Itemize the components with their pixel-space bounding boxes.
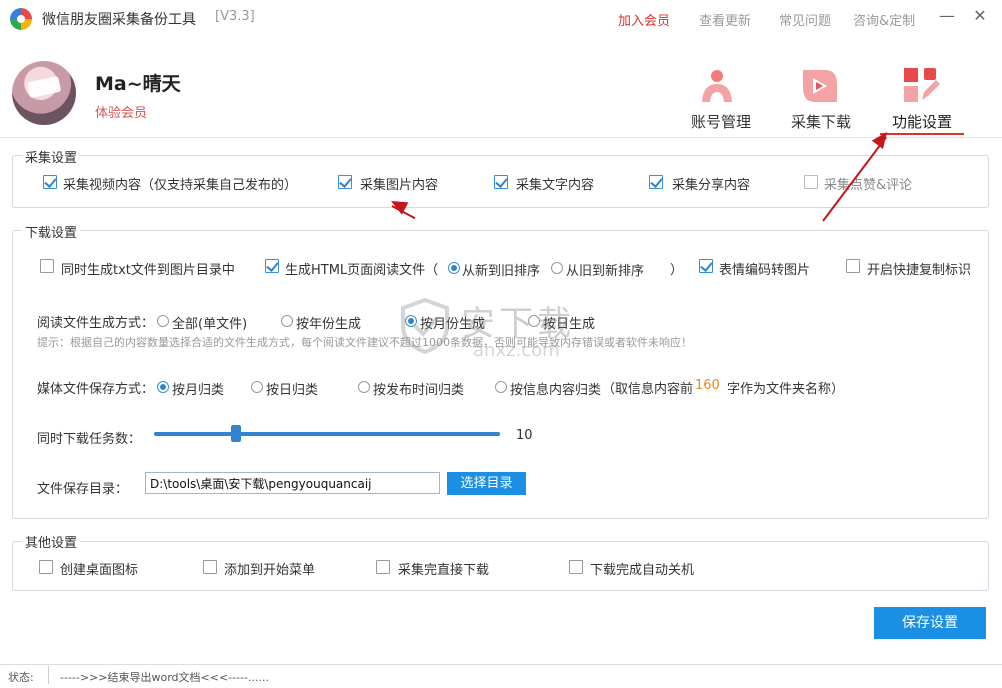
radio-media-day[interactable]: [251, 381, 263, 393]
dir-label: 文件保存目录：: [37, 482, 129, 497]
media-suffix-number[interactable]: 160: [695, 378, 720, 393]
collect-settings-legend: 采集设置: [22, 147, 81, 166]
html-option-paren-close: ）: [670, 263, 684, 278]
label-collect-likes: 采集点赞&评论: [824, 178, 913, 193]
checkbox-auto-shutdown[interactable]: [569, 560, 583, 574]
media-mode-label: 媒体文件保存方式：: [37, 382, 155, 397]
checkbox-collect-likes[interactable]: [804, 175, 818, 189]
nav-join-vip[interactable]: 加入会员: [618, 10, 670, 29]
label-media-content: 按信息内容归类: [510, 383, 602, 398]
radio-read-year[interactable]: [281, 315, 293, 327]
choose-dir-button[interactable]: 选择目录: [447, 472, 526, 495]
label-collect-share: 采集分享内容: [672, 178, 751, 193]
dir-path-input[interactable]: [145, 472, 440, 494]
checkbox-start-menu[interactable]: [203, 560, 217, 574]
tab-settings[interactable]: 功能设置: [877, 111, 967, 132]
username: Ma~晴天: [95, 73, 181, 95]
label-html-output: 生成HTML页面阅读文件（: [285, 263, 439, 278]
radio-media-publish-time[interactable]: [358, 381, 370, 393]
person-icon[interactable]: [697, 66, 737, 106]
other-settings-group: [12, 541, 989, 591]
label-emoji-to-image: 表情编码转图片: [719, 263, 811, 278]
member-level: 体验会员: [95, 106, 148, 121]
label-sort-old-new: 从旧到新排序: [566, 264, 645, 279]
status-divider: [48, 666, 49, 684]
app-logo-icon: [10, 8, 32, 30]
nav-check-update[interactable]: 查看更新: [699, 10, 751, 29]
app-version: [V3.3]: [215, 9, 255, 24]
label-read-all: 全部(单文件): [172, 317, 248, 332]
media-suffix-rest: 字作为文件夹名称）: [727, 382, 845, 397]
label-quick-copy: 开启快捷复制标识: [867, 263, 972, 278]
checkbox-auto-download[interactable]: [376, 560, 390, 574]
settings-pencil-icon[interactable]: [902, 66, 942, 106]
other-settings-legend: 其他设置: [22, 532, 81, 551]
watermark-sub: anxz.com: [473, 340, 560, 361]
read-mode-label: 阅读文件生成方式：: [37, 316, 155, 331]
status-label: 状态:: [8, 671, 34, 684]
checkbox-collect-images[interactable]: [338, 175, 352, 189]
app-title: 微信朋友圈采集备份工具: [42, 12, 196, 28]
radio-sort-new-old[interactable]: [448, 262, 460, 274]
radio-read-all[interactable]: [157, 315, 169, 327]
tasks-value: 10: [516, 428, 533, 443]
nav-consult[interactable]: 咨询&定制: [853, 10, 915, 29]
status-text: ----->>>结束导出word文档<<<-----......: [60, 671, 270, 684]
save-settings-button[interactable]: 保存设置: [874, 607, 986, 639]
download-settings-legend: 下载设置: [22, 222, 81, 241]
checkbox-txt-output[interactable]: [40, 259, 54, 273]
tasks-slider-thumb[interactable]: [231, 425, 241, 442]
label-collect-images: 采集图片内容: [360, 178, 439, 193]
label-collect-video: 采集视频内容（仅支持采集自己发布的）: [63, 178, 298, 193]
label-media-month: 按月归类: [172, 383, 225, 398]
watermark-shield-icon: [401, 297, 449, 355]
label-media-publish-time: 按发布时间归类: [373, 383, 465, 398]
label-auto-download: 采集完直接下载: [398, 563, 490, 578]
minimize-button[interactable]: —: [937, 6, 957, 25]
header-divider: [0, 137, 1002, 138]
label-txt-output: 同时生成txt文件到图片目录中: [61, 263, 235, 278]
radio-media-content[interactable]: [495, 381, 507, 393]
tasks-slider-track[interactable]: [154, 432, 500, 436]
avatar[interactable]: [12, 61, 76, 125]
tab-collect-download[interactable]: 采集下载: [776, 111, 866, 132]
checkbox-html-output[interactable]: [265, 259, 279, 273]
label-desktop-icon: 创建桌面图标: [60, 563, 139, 578]
checkbox-collect-video[interactable]: [43, 175, 57, 189]
label-auto-shutdown: 下载完成自动关机: [590, 563, 695, 578]
tasks-label: 同时下载任务数：: [37, 432, 142, 447]
label-read-year: 按年份生成: [296, 317, 362, 332]
media-suffix-prefix: （取信息内容前: [602, 382, 694, 397]
play-leaf-icon[interactable]: [799, 66, 839, 106]
radio-sort-old-new[interactable]: [551, 262, 563, 274]
read-mode-hint: 提示：根据自己的内容数量选择合适的文件生成方式，每个阅读文件建议不超过1000条…: [37, 336, 692, 349]
label-collect-text: 采集文字内容: [516, 178, 595, 193]
checkbox-desktop-icon[interactable]: [39, 560, 53, 574]
label-media-day: 按日归类: [266, 383, 319, 398]
tab-account[interactable]: 账号管理: [676, 111, 766, 132]
checkbox-quick-copy[interactable]: [846, 259, 860, 273]
active-tab-indicator: [880, 133, 964, 135]
checkbox-emoji-to-image[interactable]: [699, 259, 713, 273]
watermark-text: 安下载: [461, 304, 575, 344]
checkbox-collect-share[interactable]: [649, 175, 663, 189]
label-sort-new-old: 从新到旧排序: [462, 264, 541, 279]
checkbox-collect-text[interactable]: [494, 175, 508, 189]
nav-faq[interactable]: 常见问题: [779, 10, 831, 29]
radio-media-month[interactable]: [157, 381, 169, 393]
label-start-menu: 添加到开始菜单: [224, 563, 316, 578]
close-button[interactable]: ✕: [970, 6, 990, 25]
